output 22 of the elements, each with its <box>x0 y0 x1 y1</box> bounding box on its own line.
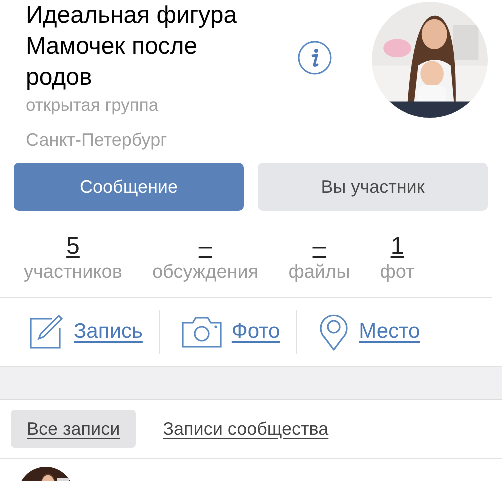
stat-label: участников <box>24 262 122 284</box>
place-link[interactable]: Место <box>359 320 420 344</box>
stat-label: фот <box>380 262 415 284</box>
stat-count[interactable]: 5 <box>66 233 80 261</box>
member-button[interactable]: Вы участник <box>258 163 488 211</box>
camera-icon <box>182 316 222 348</box>
stat-count[interactable]: – <box>198 233 212 261</box>
group-title: Идеальная фигура Мамочек после родов <box>26 1 238 93</box>
post-link[interactable]: Запись <box>74 320 143 344</box>
message-button[interactable]: Сообщение <box>14 163 244 211</box>
group-city: Санкт-Петербург <box>26 130 168 151</box>
photo-link[interactable]: Фото <box>232 320 280 344</box>
edit-icon <box>30 315 64 349</box>
filter-tab[interactable]: Все записи <box>11 410 136 448</box>
info-icon[interactable] <box>298 41 332 75</box>
stat-label: файлы <box>288 262 350 284</box>
stat-count[interactable]: 1 <box>390 233 404 261</box>
stat-label: обсуждения <box>152 262 259 284</box>
stat-count[interactable]: – <box>312 233 326 261</box>
group-type: открытая группа <box>26 95 160 116</box>
location-pin-icon <box>319 313 350 351</box>
filter-tab[interactable]: Записи сообщества <box>147 410 345 448</box>
